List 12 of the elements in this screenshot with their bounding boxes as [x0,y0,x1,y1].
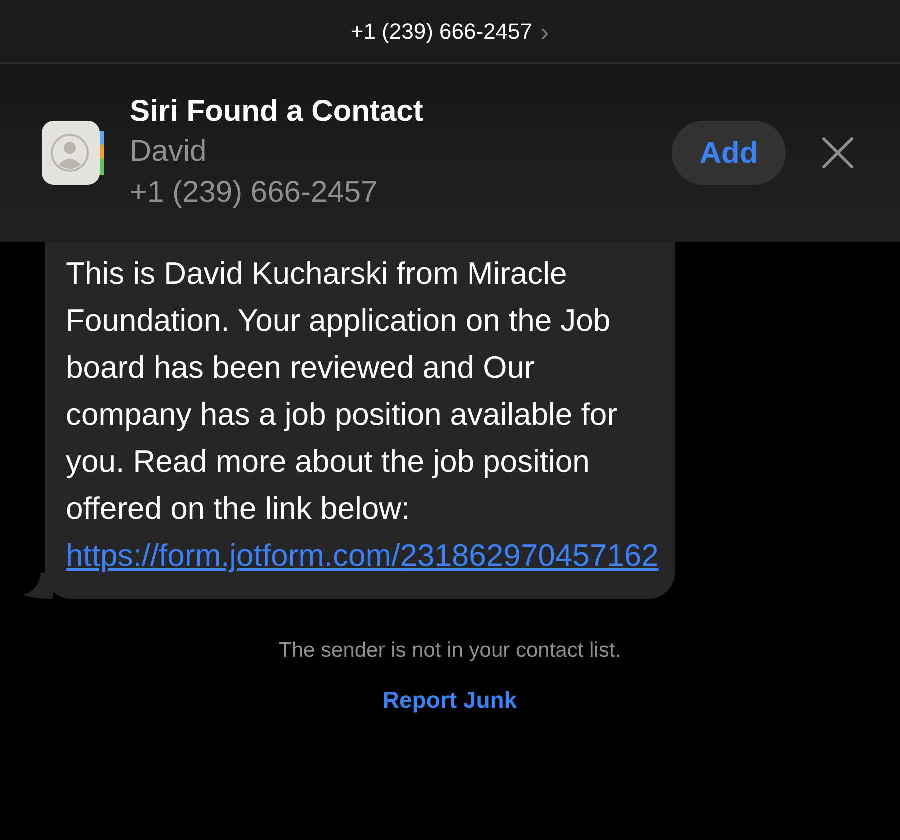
add-button[interactable]: Add [672,121,786,185]
banner-title: Siri Found a Contact [130,94,424,130]
message-text: This is David Kucharski from Miracle Foundation. Your application on the Job board has been reviewed and Our company has a job position available for you. Read more about the job position offered on the link below: https://form.jotform.com/231862970457162 [66,255,659,575]
contact-phone: +1 (239) 666-2457 [130,175,379,211]
contacts-app-icon [42,121,106,185]
contact-name: David [130,134,208,170]
phone-number[interactable]: +1 (239) 666-2457 [350,15,532,48]
report-junk-link[interactable]: Report Junk [382,682,518,717]
close-icon[interactable] [822,137,854,169]
sender-notice: The sender is not in your contact list. [279,638,621,664]
message-link[interactable]: https://form.jotform.com/231862970457162 [66,538,659,573]
chevron-icon: › [540,18,550,44]
